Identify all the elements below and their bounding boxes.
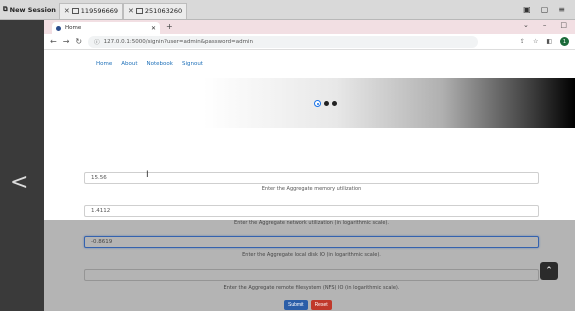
- nav-notebook-link[interactable]: Notebook: [147, 61, 173, 67]
- screen-icon: [71, 8, 79, 14]
- page-content: Home About Notebook Signout 15.56 Enter …: [44, 50, 575, 311]
- close-tab-icon[interactable]: ✕: [151, 25, 156, 32]
- address-bar: ← → ↻ ⓘ 127.0.0.1:5000/signin?user=admin…: [44, 34, 575, 50]
- memory-utilization-input[interactable]: 15.56: [84, 172, 539, 184]
- menu-icon[interactable]: ≡: [558, 5, 565, 14]
- remote-filesystem-io-help: Enter the Aggregate remote filesystem (N…: [223, 285, 400, 291]
- chevron-up-icon: ⌃: [545, 266, 553, 276]
- close-icon[interactable]: ✕: [128, 7, 134, 15]
- local-disk-io-input[interactable]: -0.8619: [84, 236, 539, 248]
- forward-icon[interactable]: →: [63, 37, 70, 46]
- url-input[interactable]: ⓘ 127.0.0.1:5000/signin?user=admin&passw…: [88, 35, 479, 48]
- browser-tab[interactable]: Home ✕: [52, 22, 160, 34]
- left-pane: <: [0, 20, 44, 311]
- memory-utilization-help: Enter the Aggregate memory utilization: [261, 186, 362, 192]
- session-tab-label: 251063260: [144, 7, 183, 15]
- network-utilization-help: Enter the Aggregate network utilization …: [234, 220, 389, 226]
- text-cursor-icon: I: [146, 170, 149, 180]
- new-session-button[interactable]: ⧉ New Session: [0, 0, 59, 20]
- remote-filesystem-io-input[interactable]: [84, 269, 539, 281]
- favicon-icon: [56, 25, 61, 31]
- window-icon[interactable]: ▢: [541, 5, 549, 14]
- minimize-icon[interactable]: –: [543, 21, 547, 29]
- screen-icon: [135, 8, 143, 14]
- carousel-dot[interactable]: [324, 101, 329, 106]
- chevron-down-icon[interactable]: ⌄: [523, 21, 529, 29]
- carousel-indicators: [314, 100, 337, 107]
- chevron-left-icon[interactable]: <: [10, 170, 28, 195]
- sidebar-icon[interactable]: ◧: [546, 38, 552, 45]
- session-icon: ⧉: [3, 5, 8, 13]
- carousel: [44, 78, 575, 128]
- avatar[interactable]: 1: [560, 37, 569, 46]
- session-tab-label: 119596669: [80, 7, 119, 15]
- carousel-dot-active[interactable]: [314, 100, 321, 107]
- submit-button[interactable]: Submit: [284, 300, 308, 310]
- session-bar: ⧉ New Session ✕ 119596669 ✕ 251063260 ▣ …: [0, 0, 575, 20]
- network-utilization-input[interactable]: 1.4112: [84, 205, 539, 217]
- nav-about-link[interactable]: About: [121, 61, 137, 67]
- back-icon[interactable]: ←: [50, 37, 57, 46]
- browser-tab-title: Home: [65, 25, 82, 31]
- local-disk-io-help: Enter the Aggregate local disk IO (in lo…: [242, 252, 381, 258]
- carousel-dot[interactable]: [332, 101, 337, 106]
- form-buttons: Submit Reset: [284, 300, 332, 310]
- nav-home-link[interactable]: Home: [96, 61, 112, 67]
- scroll-top-button[interactable]: ⌃: [540, 262, 558, 280]
- prediction-form: 15.56 Enter the Aggregate memory utiliza…: [44, 128, 575, 311]
- share-icon[interactable]: ⇪: [520, 38, 525, 45]
- top-nav: Home About Notebook Signout: [44, 50, 575, 78]
- reset-button[interactable]: Reset: [310, 300, 332, 310]
- star-icon[interactable]: ☆: [533, 38, 538, 45]
- nav-signout-link[interactable]: Signout: [182, 61, 203, 67]
- maximize-icon[interactable]: □: [560, 21, 567, 29]
- close-icon[interactable]: ✕: [64, 7, 70, 15]
- session-tab-2[interactable]: ✕ 251063260: [123, 2, 188, 19]
- browser-tab-strip: Home ✕ + ⌄ – □: [44, 20, 575, 34]
- reload-icon[interactable]: ↻: [75, 37, 82, 46]
- screen-icon[interactable]: ▣: [523, 5, 531, 14]
- url-text: 127.0.0.1:5000/signin?user=admin&passwor…: [103, 38, 253, 45]
- new-session-label: New Session: [9, 5, 56, 14]
- session-tab-1[interactable]: ✕ 119596669: [58, 2, 124, 19]
- new-tab-icon[interactable]: +: [166, 22, 173, 31]
- info-icon: ⓘ: [94, 39, 100, 46]
